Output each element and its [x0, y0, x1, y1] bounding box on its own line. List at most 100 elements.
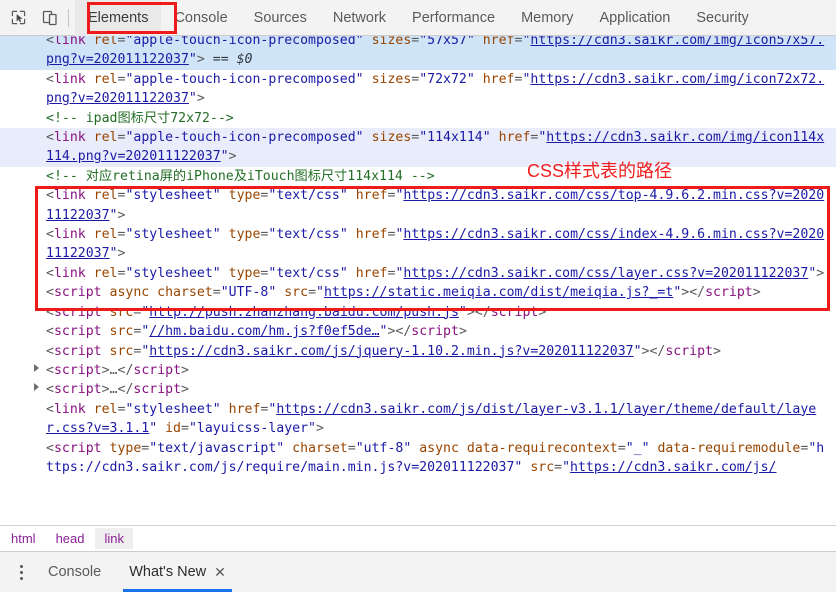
code-token: "text/css" [268, 265, 348, 281]
inspect-element-glyph [11, 10, 25, 25]
dom-node-row[interactable]: <link rel="stylesheet" type="text/css" h… [0, 264, 836, 283]
code-token: id [157, 421, 181, 437]
drawer-tab-whats-new[interactable]: What's New ✕ [115, 552, 240, 592]
code-token: < [46, 227, 54, 243]
code-token: "stylesheet" [125, 401, 221, 417]
breadcrumb-item-html[interactable]: html [2, 528, 45, 549]
code-token: script [53, 343, 102, 359]
code-token: href [347, 188, 388, 204]
code-token: async [101, 285, 150, 301]
tab-elements[interactable]: Elements [75, 0, 162, 36]
code-token: > [316, 421, 324, 437]
code-token: script [53, 304, 102, 320]
code-token: < [46, 343, 54, 359]
resource-link[interactable]: https://cdn3.saikr.com/js/ [570, 460, 776, 475]
dom-node-row[interactable]: <link rel="stylesheet" type="text/css" h… [0, 225, 836, 264]
code-token: "text/css" [268, 227, 348, 243]
code-token: link [53, 265, 86, 281]
dom-node-row[interactable]: <script>…</script> [0, 380, 836, 399]
dom-node-row[interactable]: <link rel="apple-touch-icon-precomposed"… [0, 70, 836, 109]
kebab-dot [19, 570, 23, 574]
resource-link[interactable]: https://cdn3.saikr.com/css/layer.css?v=2… [403, 266, 808, 281]
tab-security[interactable]: Security [683, 0, 761, 36]
code-token: script [53, 440, 102, 456]
dom-node-row[interactable]: <!-- 对应retina屏的iPhone及iTouch图标尺寸114x114 … [0, 167, 836, 186]
devtools-toolbar: Elements Console Sources Network Perform… [0, 0, 836, 36]
dom-node-row[interactable]: <link rel="apple-touch-icon-precomposed"… [0, 31, 836, 70]
code-token: "72x72" [419, 71, 475, 87]
code-token: < [46, 382, 54, 398]
code-token: "text/css" [268, 188, 348, 204]
dom-node-row[interactable]: <script src="//hm.baidu.com/hm.js?f0ef5d… [0, 322, 836, 341]
code-token: < [46, 188, 54, 204]
code-token: script [490, 304, 539, 320]
code-token: > [196, 52, 205, 68]
dom-node-row[interactable]: <link rel="stylesheet" type="text/css" h… [0, 186, 836, 225]
drawer-tab-console-label: Console [48, 564, 102, 580]
code-token: script [705, 285, 753, 301]
code-token: href [347, 265, 388, 281]
code-token: ></ [641, 343, 666, 359]
device-toolbar-icon[interactable] [36, 4, 64, 32]
resource-link[interactable]: http://push.zhanzhang.baidu.com/push.js [149, 305, 459, 320]
code-token: script [133, 362, 182, 378]
code-token: = [308, 285, 317, 301]
dom-node-row[interactable]: <script async charset="UTF-8" src="https… [0, 283, 836, 302]
code-token: "layuicss-layer" [188, 421, 316, 437]
code-token: "stylesheet" [125, 188, 221, 204]
code-token: charset [284, 440, 348, 456]
tab-network[interactable]: Network [320, 0, 399, 36]
resource-link[interactable]: https://static.meiqia.com/dist/meiqia.js… [324, 285, 673, 300]
code-token: type [220, 188, 261, 204]
code-token: src [276, 285, 309, 301]
code-token: "apple-touch-icon-precomposed" [125, 71, 364, 87]
dom-node-row[interactable]: <link rel="apple-touch-icon-precomposed"… [0, 128, 836, 167]
code-token: > [713, 343, 721, 359]
device-toolbar-glyph [42, 10, 57, 25]
dom-node-row[interactable]: <script>…</script> [0, 361, 836, 380]
code-token: rel [85, 227, 118, 243]
kebab-menu-icon[interactable] [8, 557, 34, 587]
tab-performance[interactable]: Performance [399, 0, 508, 36]
code-token: " [220, 149, 229, 165]
dom-node-row[interactable]: <link rel="stylesheet" href="https://cdn… [0, 400, 836, 439]
drawer-tab-console[interactable]: Console [34, 552, 115, 592]
code-token: " [188, 91, 197, 107]
code-token: charset [149, 285, 213, 301]
dom-node-row[interactable]: <script src="https://cdn3.saikr.com/js/j… [0, 342, 836, 361]
expand-arrow-icon[interactable] [34, 383, 39, 392]
code-token: < [46, 265, 54, 281]
dom-node-row[interactable]: <script type="text/javascript" charset="… [0, 439, 836, 478]
code-token: rel [85, 188, 118, 204]
devtools-drawer: Console What's New ✕ [0, 551, 836, 592]
dom-node-row[interactable]: <script src="http://push.zhanzhang.baidu… [0, 303, 836, 322]
code-token: sizes [363, 71, 412, 87]
code-token: </ [117, 382, 134, 398]
code-token: = [617, 440, 626, 456]
breadcrumb-item-link[interactable]: link [95, 528, 133, 549]
breadcrumb-item-head[interactable]: head [47, 528, 94, 549]
code-token: > [101, 362, 110, 378]
code-token: > [752, 285, 761, 301]
code-token: src [101, 304, 134, 320]
dom-node-row[interactable]: <!-- ipad图标尺寸72x72--> [0, 109, 836, 128]
expand-arrow-icon[interactable] [34, 363, 39, 372]
code-token: script [665, 343, 713, 359]
code-token: script [133, 382, 182, 398]
resource-link[interactable]: //hm.baidu.com/hm.js?f0ef5de… [149, 324, 379, 339]
tab-console[interactable]: Console [161, 0, 240, 36]
drawer-tab-whats-new-label: What's New [129, 564, 207, 580]
elements-dom-tree[interactable]: <link rel="apple-touch-icon-precomposed"… [0, 31, 836, 525]
code-token: href [220, 401, 261, 417]
code-token: ></ [466, 304, 491, 320]
code-token: data-requirecontext [458, 440, 618, 456]
tab-application[interactable]: Application [586, 0, 683, 36]
code-token: "stylesheet" [125, 265, 221, 281]
close-icon[interactable]: ✕ [214, 565, 226, 579]
tab-memory[interactable]: Memory [508, 0, 586, 36]
inspect-element-icon[interactable] [4, 4, 32, 32]
resource-link[interactable]: https://cdn3.saikr.com/js/jquery-1.10.2.… [149, 344, 633, 359]
code-token: rel [85, 401, 118, 417]
code-token: < [46, 440, 54, 456]
tab-sources[interactable]: Sources [241, 0, 320, 36]
